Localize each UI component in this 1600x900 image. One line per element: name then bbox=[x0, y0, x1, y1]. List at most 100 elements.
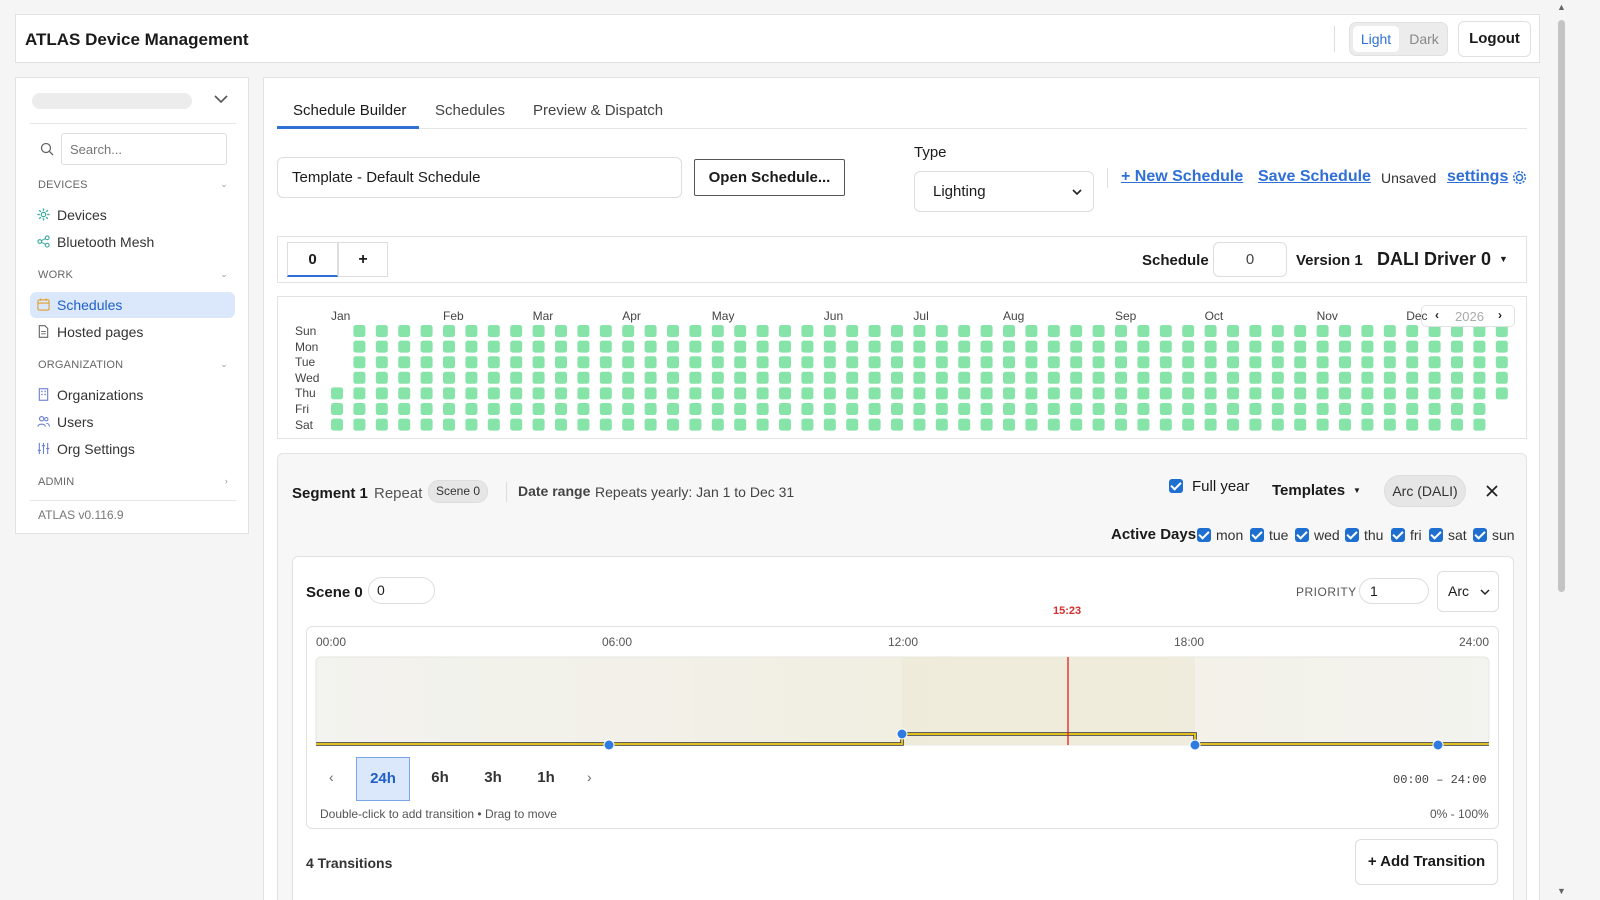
calendar-day-cell[interactable] bbox=[644, 403, 657, 415]
calendar-day-cell[interactable] bbox=[1115, 403, 1127, 415]
calendar-day-cell[interactable] bbox=[1495, 356, 1508, 369]
calendar-day-cell[interactable] bbox=[353, 418, 366, 431]
calendar-day-cell[interactable] bbox=[375, 387, 388, 400]
calendar-day-cell[interactable] bbox=[1249, 387, 1262, 400]
calendar-day-cell[interactable] bbox=[1003, 418, 1015, 431]
caret-down-icon[interactable]: ▼ bbox=[1499, 254, 1508, 264]
calendar-day-cell[interactable] bbox=[577, 340, 590, 353]
calendar-day-cell[interactable] bbox=[1025, 387, 1038, 400]
page-scrollbar[interactable]: ▲ ▼ bbox=[1556, 0, 1568, 900]
calendar-day-cell[interactable] bbox=[958, 325, 971, 337]
calendar-day-cell[interactable] bbox=[1495, 340, 1508, 353]
calendar-day-cell[interactable] bbox=[577, 403, 590, 415]
scrollbar-thumb[interactable] bbox=[1558, 20, 1565, 592]
calendar-day-cell[interactable] bbox=[756, 403, 769, 415]
calendar-day-cell[interactable] bbox=[555, 325, 567, 337]
priority-input[interactable]: 1 bbox=[1359, 578, 1429, 604]
calendar-day-cell[interactable] bbox=[1137, 325, 1150, 337]
full-year-checkbox[interactable] bbox=[1169, 479, 1183, 493]
calendar-day-cell[interactable] bbox=[465, 403, 478, 415]
calendar-day-cell[interactable] bbox=[1204, 418, 1217, 431]
calendar-day-cell[interactable] bbox=[1070, 356, 1083, 369]
calendar-day-cell[interactable] bbox=[1227, 325, 1239, 337]
calendar-day-cell[interactable] bbox=[1204, 340, 1217, 353]
calendar-day-cell[interactable] bbox=[1115, 356, 1127, 369]
day-checkbox-thu[interactable] bbox=[1345, 528, 1359, 542]
calendar-day-cell[interactable] bbox=[510, 325, 523, 337]
calendar-day-cell[interactable] bbox=[1451, 403, 1463, 415]
calendar-day-cell[interactable] bbox=[465, 387, 478, 400]
calendar-day-cell[interactable] bbox=[599, 325, 612, 337]
tab-schedule-builder[interactable]: Schedule Builder bbox=[293, 102, 406, 119]
calendar-day-cell[interactable] bbox=[644, 387, 657, 400]
calendar-day-cell[interactable] bbox=[577, 418, 590, 431]
calendar-day-cell[interactable] bbox=[375, 325, 388, 337]
calendar-day-cell[interactable] bbox=[1495, 387, 1508, 400]
calendar-day-cell[interactable] bbox=[1227, 418, 1239, 431]
calendar-day-cell[interactable] bbox=[1003, 356, 1015, 369]
calendar-day-cell[interactable] bbox=[487, 356, 500, 369]
calendar-day-cell[interactable] bbox=[420, 325, 433, 337]
calendar-day-cell[interactable] bbox=[555, 403, 567, 415]
calendar-day-cell[interactable] bbox=[935, 325, 948, 337]
scroll-down-icon[interactable]: ▼ bbox=[1557, 886, 1566, 896]
calendar-day-cell[interactable] bbox=[1137, 403, 1150, 415]
calendar-day-cell[interactable] bbox=[1406, 340, 1419, 353]
calendar-day-cell[interactable] bbox=[1092, 356, 1105, 369]
calendar-day-cell[interactable] bbox=[1316, 371, 1329, 384]
calendar-day-cell[interactable] bbox=[1070, 371, 1083, 384]
sidebar-section-organization[interactable]: ORGANIZATION ⌄ bbox=[38, 359, 228, 371]
calendar-day-cell[interactable] bbox=[734, 325, 747, 337]
calendar-day-cell[interactable] bbox=[1271, 325, 1284, 337]
calendar-day-cell[interactable] bbox=[622, 325, 635, 337]
calendar-day-cell[interactable] bbox=[1249, 340, 1262, 353]
scene-value-input[interactable]: 0 bbox=[368, 577, 435, 604]
transition-point[interactable] bbox=[1432, 739, 1444, 751]
calendar-day-cell[interactable] bbox=[868, 403, 881, 415]
calendar-day-cell[interactable] bbox=[1294, 340, 1307, 353]
calendar-day-cell[interactable] bbox=[555, 418, 567, 431]
calendar-day-cell[interactable] bbox=[555, 356, 567, 369]
calendar-day-cell[interactable] bbox=[1294, 403, 1307, 415]
calendar-day-cell[interactable] bbox=[1047, 418, 1060, 431]
calendar-day-cell[interactable] bbox=[1003, 325, 1015, 337]
zoom-6h-button[interactable]: 6h bbox=[420, 757, 460, 801]
calendar-day-cell[interactable] bbox=[913, 403, 926, 415]
calendar-day-cell[interactable] bbox=[958, 403, 971, 415]
calendar-day-cell[interactable] bbox=[1339, 325, 1351, 337]
calendar-day-cell[interactable] bbox=[420, 387, 433, 400]
calendar-day-cell[interactable] bbox=[1092, 387, 1105, 400]
calendar-day-cell[interactable] bbox=[1473, 356, 1486, 369]
calendar-day-cell[interactable] bbox=[510, 356, 523, 369]
calendar-day-cell[interactable] bbox=[1227, 356, 1239, 369]
calendar-day-cell[interactable] bbox=[1294, 371, 1307, 384]
calendar-day-cell[interactable] bbox=[1204, 387, 1217, 400]
calendar-day-cell[interactable] bbox=[667, 371, 679, 384]
calendar-day-cell[interactable] bbox=[622, 340, 635, 353]
calendar-day-cell[interactable] bbox=[375, 371, 388, 384]
calendar-day-cell[interactable] bbox=[1182, 371, 1195, 384]
calendar-day-cell[interactable] bbox=[958, 340, 971, 353]
calendar-day-cell[interactable] bbox=[913, 325, 926, 337]
calendar-day-cell[interactable] bbox=[823, 418, 836, 431]
calendar-day-cell[interactable] bbox=[398, 325, 411, 337]
calendar-day-cell[interactable] bbox=[443, 387, 455, 400]
calendar-day-cell[interactable] bbox=[1047, 356, 1060, 369]
calendar-day-cell[interactable] bbox=[398, 387, 411, 400]
tab-preview-dispatch[interactable]: Preview & Dispatch bbox=[533, 102, 663, 119]
day-checkbox-mon[interactable] bbox=[1197, 528, 1211, 542]
template-name-field[interactable]: Template - Default Schedule bbox=[277, 157, 682, 198]
calendar-day-cell[interactable] bbox=[599, 403, 612, 415]
calendar-day-cell[interactable] bbox=[801, 340, 814, 353]
calendar-day-cell[interactable] bbox=[398, 418, 411, 431]
calendar-day-cell[interactable] bbox=[420, 356, 433, 369]
calendar-day-cell[interactable] bbox=[1137, 387, 1150, 400]
calendar-day-cell[interactable] bbox=[644, 325, 657, 337]
calendar-day-cell[interactable] bbox=[935, 403, 948, 415]
calendar-day-cell[interactable] bbox=[1227, 387, 1239, 400]
calendar-day-cell[interactable] bbox=[1092, 371, 1105, 384]
calendar-day-cell[interactable] bbox=[779, 418, 791, 431]
calendar-day-cell[interactable] bbox=[1473, 418, 1486, 431]
calendar-day-cell[interactable] bbox=[398, 356, 411, 369]
day-checkbox-sun[interactable] bbox=[1473, 528, 1487, 542]
